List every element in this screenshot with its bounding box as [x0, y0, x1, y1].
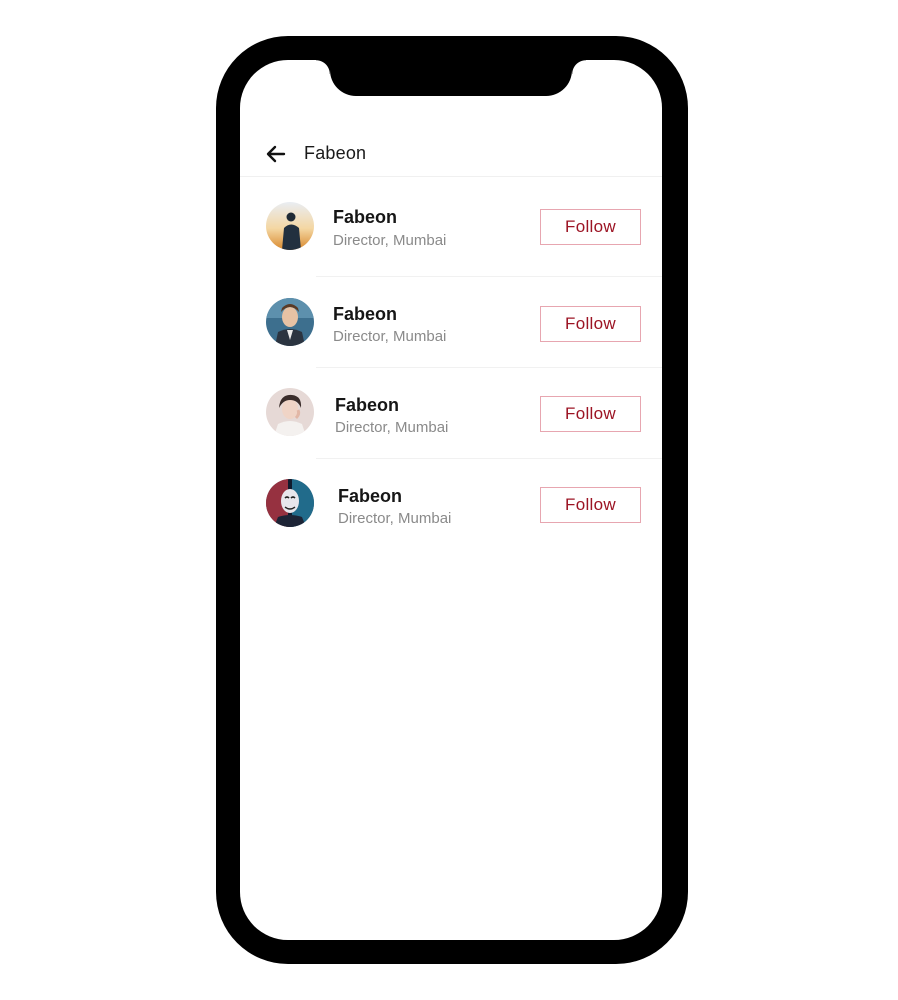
person-subtitle: Director, Mumbai — [335, 419, 449, 436]
follow-button[interactable]: Follow — [540, 396, 641, 432]
phone-notch — [316, 60, 586, 96]
avatar[interactable] — [266, 479, 314, 527]
page-title: Fabeon — [304, 143, 367, 163]
list-item: Fabeon Director, Mumbai Follow — [240, 277, 662, 368]
person-subtitle: Director, Mumbai — [333, 232, 447, 249]
app-bar: Fabeon — [240, 132, 662, 176]
avatar[interactable] — [266, 298, 314, 346]
avatar[interactable] — [266, 202, 314, 250]
person-subtitle: Director, Mumbai — [338, 510, 452, 527]
person-subtitle: Director, Mumbai — [333, 328, 447, 345]
phone-screen: Fabeon Fabeon Director, Mumbai Follow Fa… — [240, 60, 662, 940]
person-name: Fabeon — [333, 304, 398, 324]
person-name: Fabeon — [335, 395, 400, 415]
list-item: Fabeon Director, Mumbai Follow — [240, 177, 662, 277]
list-item: Fabeon Director, Mumbai Follow — [240, 459, 662, 550]
page: Fabeon Fabeon Director, Mumbai Follow Fa… — [0, 0, 898, 1000]
follow-button[interactable]: Follow — [540, 209, 641, 245]
phone-frame: Fabeon Fabeon Director, Mumbai Follow Fa… — [216, 36, 688, 964]
list-item: Fabeon Director, Mumbai Follow — [240, 368, 662, 459]
avatar[interactable] — [266, 388, 314, 436]
follow-button[interactable]: Follow — [540, 306, 641, 342]
person-name: Fabeon — [333, 207, 398, 227]
person-name: Fabeon — [338, 486, 403, 506]
arrow-left-icon[interactable] — [264, 142, 288, 166]
follow-button[interactable]: Follow — [540, 487, 641, 523]
